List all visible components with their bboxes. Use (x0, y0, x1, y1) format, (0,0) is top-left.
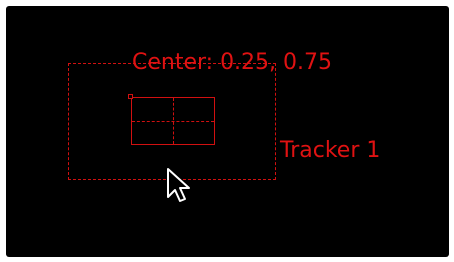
tracker-corner-handle[interactable] (128, 94, 133, 99)
mouse-pointer-icon (167, 168, 190, 202)
pattern-crosshair-vertical (173, 98, 174, 144)
tracker-pattern-box[interactable] (131, 97, 215, 145)
tracker-name-label: Tracker 1 (280, 138, 381, 163)
tracker-center-readout: Center: 0.25, 0.75 (132, 50, 333, 75)
viewer-canvas[interactable]: Center: 0.25, 0.75 Tracker 1 (6, 6, 449, 257)
